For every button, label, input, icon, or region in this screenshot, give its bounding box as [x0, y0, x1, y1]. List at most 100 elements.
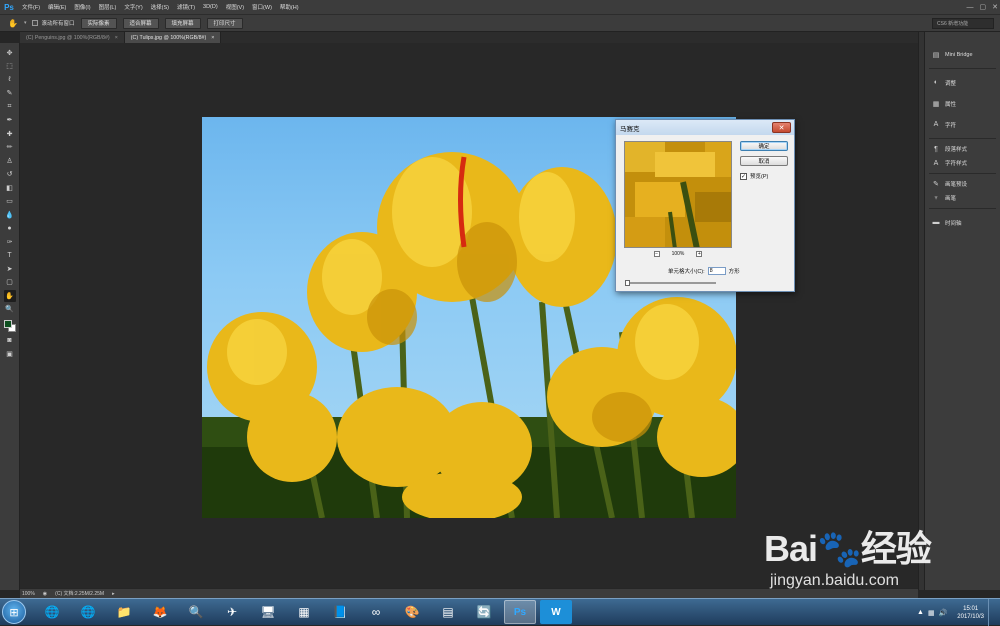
history-brush-tool-icon[interactable]: ↺: [4, 169, 16, 181]
zoom-level[interactable]: 100%: [22, 591, 35, 597]
type-tool-icon[interactable]: T: [4, 250, 16, 262]
character-styles-icon: A: [933, 159, 939, 167]
rectangle-tool-icon[interactable]: ▢: [4, 277, 16, 289]
panel-timeline[interactable]: ▬ 时间轴: [925, 212, 1000, 233]
print-size-button[interactable]: 打印尺寸: [206, 17, 243, 29]
dialog-close-button[interactable]: ✕: [772, 122, 791, 133]
menu-filter[interactable]: 滤镜(T): [173, 3, 199, 11]
ie-icon[interactable]: 🌐: [72, 600, 104, 624]
baidu-netdisk-icon[interactable]: ∞: [360, 600, 392, 624]
maximize-icon[interactable]: ▢: [980, 3, 987, 11]
zoom-out-button[interactable]: −: [653, 251, 660, 257]
firefox-icon[interactable]: 🦊: [144, 600, 176, 624]
hand-tool-icon[interactable]: ✋: [3, 290, 16, 302]
clock-date: 2017/10/3: [957, 613, 984, 620]
fit-screen-button[interactable]: 适合屏幕: [122, 17, 159, 29]
close-tab-icon[interactable]: ×: [115, 35, 118, 41]
feishu-icon[interactable]: ✈: [216, 600, 248, 624]
close-tab-icon[interactable]: ×: [211, 35, 214, 41]
foreground-color-swatch[interactable]: [3, 320, 12, 328]
panel-character[interactable]: A 字符: [925, 114, 1000, 135]
workspace-switcher[interactable]: CS6 新增功能: [932, 18, 994, 29]
menu-edit[interactable]: 编辑(E): [44, 3, 70, 11]
panel-paragraph-styles[interactable]: ¶ 段落样式: [925, 142, 1000, 156]
tab-tulips[interactable]: (C) Tulips.jpg @ 100%(RGB/8#) ×: [124, 32, 222, 43]
zoom-tool-icon[interactable]: 🔍: [4, 304, 16, 316]
paint-icon[interactable]: 🎨: [396, 600, 428, 624]
crop-tool-icon[interactable]: ⌗: [4, 101, 16, 113]
status-arrow-icon[interactable]: ▸: [112, 591, 115, 597]
panel-mini-bridge[interactable]: ▤ Mini Bridge: [925, 44, 1000, 65]
clock[interactable]: 15:01 2017/10/3: [957, 605, 984, 621]
start-button[interactable]: ⊞: [2, 600, 26, 624]
search-app-icon[interactable]: 🔍: [180, 600, 212, 624]
pen-tool-icon[interactable]: ✑: [4, 236, 16, 248]
cell-size-slider[interactable]: [625, 280, 716, 286]
quick-mask-icon[interactable]: ◙: [4, 335, 16, 347]
minimize-icon[interactable]: —: [967, 4, 974, 11]
menu-select[interactable]: 选择(S): [147, 3, 173, 11]
scroll-all-label: 滚动所有窗口: [41, 21, 75, 27]
close-window-icon[interactable]: ✕: [992, 3, 998, 11]
lasso-tool-icon[interactable]: ℓ: [4, 74, 16, 86]
clone-stamp-tool-icon[interactable]: ♙: [4, 155, 16, 167]
panel-divider: [929, 68, 996, 69]
gradient-tool-icon[interactable]: ▭: [4, 196, 16, 208]
eraser-tool-icon[interactable]: ◧: [4, 182, 16, 194]
chrome-icon[interactable]: 🌐: [36, 600, 68, 624]
ok-button[interactable]: 确定: [740, 141, 788, 151]
show-desktop-button[interactable]: [988, 599, 996, 626]
dodge-tool-icon[interactable]: ●: [4, 223, 16, 235]
refresh-app-icon[interactable]: 🔄: [468, 600, 500, 624]
spot-heal-tool-icon[interactable]: ✚: [4, 128, 16, 140]
menu-image[interactable]: 图像(I): [70, 3, 94, 11]
tray-expand-icon[interactable]: ▲: [917, 609, 924, 616]
window-controls: — ▢ ✕: [967, 0, 999, 14]
cancel-button[interactable]: 取消: [740, 156, 788, 166]
calculator-icon[interactable]: ▤: [432, 600, 464, 624]
cell-size-input[interactable]: [707, 267, 726, 275]
quick-select-tool-icon[interactable]: ✎: [4, 88, 16, 100]
menu-help[interactable]: 帮助(H): [276, 3, 303, 11]
menu-window[interactable]: 窗口(W): [248, 3, 276, 11]
explorer-icon[interactable]: 📁: [108, 600, 140, 624]
timeline-icon: ▬: [932, 219, 940, 226]
book-icon[interactable]: 📘: [324, 600, 356, 624]
photoshop-taskbar-icon[interactable]: Ps: [504, 600, 536, 624]
menu-layer[interactable]: 图层(L): [95, 3, 121, 11]
mosaic-preview[interactable]: [624, 141, 732, 248]
screen-mode-icon[interactable]: ▣: [4, 349, 16, 361]
actual-pixels-button[interactable]: 实际像素: [80, 17, 117, 29]
panel-adjustments[interactable]: ◐ 调整: [925, 72, 1000, 93]
menu-view[interactable]: 视图(V): [222, 3, 248, 11]
volume-icon[interactable]: 🔊: [939, 609, 948, 617]
path-select-tool-icon[interactable]: ➤: [4, 263, 16, 275]
network-icon[interactable]: ▦: [928, 609, 935, 617]
fill-screen-button[interactable]: 填充屏幕: [164, 17, 201, 29]
remote-desktop-icon[interactable]: 🖥: [252, 600, 284, 624]
word-icon[interactable]: W: [540, 600, 572, 624]
panel-brush[interactable]: ♆ 画笔: [925, 191, 1000, 205]
blur-tool-icon[interactable]: 💧: [4, 209, 16, 221]
menu-type[interactable]: 文字(Y): [120, 3, 146, 11]
marquee-tool-icon[interactable]: ⬚: [4, 61, 16, 73]
eyedropper-tool-icon[interactable]: ✒: [4, 115, 16, 127]
tool-preset-dropdown-icon[interactable]: ▾: [24, 20, 27, 26]
slider-thumb[interactable]: [625, 280, 630, 286]
menu-3d[interactable]: 3D(D): [199, 4, 222, 10]
panel-brush-presets[interactable]: ✎ 画笔预设: [925, 177, 1000, 191]
brush-tool-icon[interactable]: ✏: [4, 142, 16, 154]
tab-penguins[interactable]: (C) Penguins.jpg @ 100%(RGB/8#) ×: [20, 32, 125, 43]
taskbar-apps: 🌐 🌐 📁 🦊 🔍 ✈ 🖥 ▦ 📘 ∞ 🎨 ▤ 🔄 Ps W: [36, 600, 572, 624]
scroll-all-windows-checkbox[interactable]: 滚动所有窗口: [32, 19, 75, 27]
preview-checkbox[interactable]: ✓ 预览(P): [740, 172, 768, 180]
metro-icon[interactable]: ▦: [288, 600, 320, 624]
panel-character-styles[interactable]: A 字符样式: [925, 156, 1000, 170]
status-info-icon[interactable]: ◉: [43, 591, 47, 597]
menu-file[interactable]: 文件(F): [18, 3, 44, 11]
zoom-in-button[interactable]: +: [696, 251, 703, 257]
move-tool-icon[interactable]: ✥: [4, 47, 16, 59]
panel-properties[interactable]: ▦ 属性: [925, 93, 1000, 114]
color-swatches[interactable]: [3, 319, 17, 333]
windows-taskbar: ⊞ 🌐 🌐 📁 🦊 🔍 ✈ 🖥 ▦ 📘 ∞ 🎨 ▤ 🔄 Ps W ▲ ▦ 🔊 15:01 2017/10/3: [0, 598, 1000, 626]
